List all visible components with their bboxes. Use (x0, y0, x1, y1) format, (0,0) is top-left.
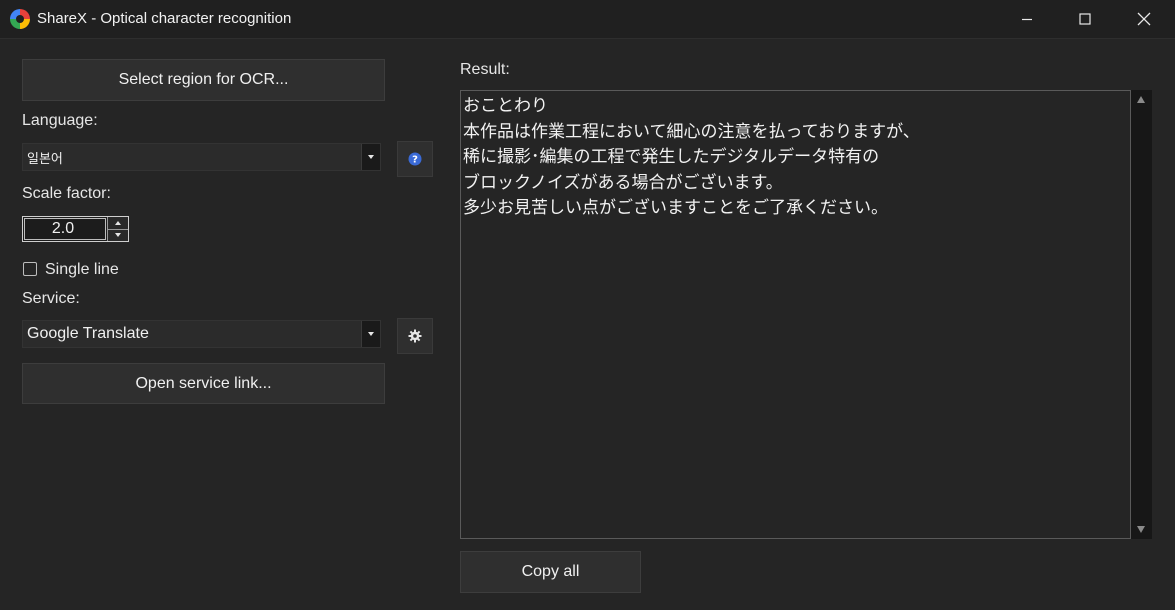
minimize-icon (1022, 18, 1032, 21)
language-select-value: 일본어 (27, 150, 63, 166)
chevron-down-icon[interactable] (361, 144, 380, 170)
svg-text:?: ? (412, 155, 418, 166)
single-line-checkbox[interactable] (23, 262, 37, 276)
result-textarea[interactable]: おことわり 本作品は作業工程において細心の注意を払っておりますが、 稀に撮影･編… (460, 90, 1131, 539)
open-service-link-button[interactable]: Open service link... (22, 363, 385, 404)
window-title: ShareX - Optical character recognition (37, 10, 292, 27)
copy-all-button[interactable]: Copy all (460, 551, 641, 593)
service-settings-button[interactable] (397, 318, 433, 354)
minimize-button[interactable] (998, 0, 1056, 38)
spinner-up-button[interactable] (108, 217, 128, 229)
result-text[interactable]: おことわり 本作品は作業工程において細心の注意を払っておりますが、 稀に撮影･編… (461, 91, 1130, 225)
single-line-label[interactable]: Single line (45, 261, 119, 279)
chevron-down-icon[interactable] (361, 321, 380, 347)
scale-factor-label: Scale factor: (22, 185, 111, 202)
service-label: Service: (22, 290, 80, 307)
scale-factor-value[interactable]: 2.0 (24, 218, 106, 240)
select-region-button[interactable]: Select region for OCR... (22, 59, 385, 101)
result-label: Result: (460, 61, 510, 78)
sharex-logo-icon (10, 9, 30, 29)
maximize-button[interactable] (1056, 0, 1114, 38)
gear-icon (408, 329, 422, 343)
maximize-icon (1079, 13, 1091, 25)
close-icon (1137, 12, 1151, 26)
scroll-up-arrow-icon[interactable] (1137, 96, 1145, 103)
close-button[interactable] (1115, 0, 1173, 38)
title-bar: ShareX - Optical character recognition (0, 0, 1175, 39)
scale-factor-spinner[interactable]: 2.0 (22, 216, 129, 242)
scroll-down-arrow-icon[interactable] (1137, 526, 1145, 533)
language-help-button[interactable]: ? (397, 141, 433, 177)
language-select[interactable]: 일본어 (22, 143, 381, 171)
spinner-down-button[interactable] (108, 228, 128, 241)
help-icon: ? (408, 152, 422, 166)
service-select-value: Google Translate (27, 325, 149, 342)
service-select[interactable]: Google Translate (22, 320, 381, 348)
result-scrollbar[interactable] (1131, 90, 1152, 539)
language-label: Language: (22, 112, 98, 129)
